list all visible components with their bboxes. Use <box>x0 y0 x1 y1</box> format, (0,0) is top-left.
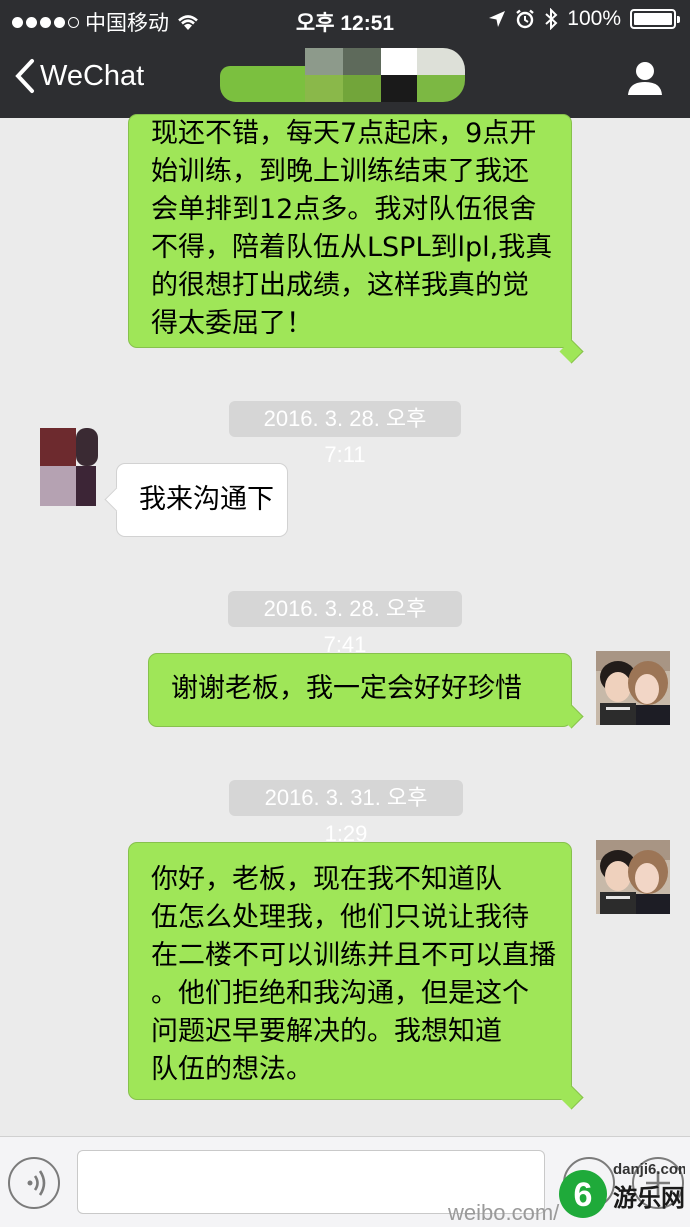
chat-title-redacted <box>220 48 465 102</box>
site-logo-watermark: 6 danji6.com 游乐网 <box>555 1160 690 1224</box>
message-line: 谢谢老板，我一定会好好珍惜 <box>171 673 522 704</box>
voice-icon <box>27 1170 46 1196</box>
message-line: 问题迟早要解决的。我想知道 <box>151 1016 502 1047</box>
nav-bar: WeChat <box>0 40 690 118</box>
status-bar: 中国移动 오후 12:51 100% <box>0 0 690 40</box>
message-line: 我来沟通下 <box>139 484 274 515</box>
message-line: 会单排到12点多。我对队伍很舍 <box>151 194 537 225</box>
location-icon <box>489 11 506 27</box>
alarm-icon <box>516 9 535 29</box>
message-list: 现还不错，每天7点起床，9点开 始训练，到晚上训练结束了我还 会单排到12点多。… <box>0 114 690 1136</box>
message-line: 始训练，到晚上训练结束了我还 <box>151 156 529 187</box>
battery-percent: 100% <box>567 7 621 30</box>
my-avatar[interactable] <box>596 651 670 725</box>
message-line: 在二楼不可以训练并且不可以直播 <box>151 940 556 971</box>
message-line: 伍怎么处理我，他们只说让我待 <box>151 902 529 933</box>
back-chevron-icon <box>15 59 34 93</box>
message-bubble-incoming[interactable]: 我来沟通下 <box>116 463 288 537</box>
status-right: 100% <box>488 7 680 31</box>
timestamp: 2016. 3. 31. 오후 1:29 <box>229 780 463 846</box>
profile-icon <box>628 62 662 95</box>
site-url: danji6.com <box>613 1161 685 1178</box>
contact-avatar[interactable] <box>22 428 100 506</box>
site-name: 游乐网 <box>613 1184 685 1212</box>
message-line: 你好，老板，现在我不知道队 <box>151 864 502 895</box>
message-line: 队伍的想法。 <box>151 1054 313 1085</box>
weibo-watermark: weibo.com/ <box>448 1200 560 1225</box>
voice-button[interactable] <box>8 1157 60 1209</box>
message-line: 的很想打出成绩，这样我真的觉 <box>151 270 529 301</box>
battery-icon <box>630 9 680 29</box>
message-bubble-outgoing[interactable]: 现还不错，每天7点起床，9点开 始训练，到晚上训练结束了我还 会单排到12点多。… <box>128 114 572 348</box>
message-bubble-outgoing[interactable]: 谢谢老板，我一定会好好珍惜 <box>148 653 572 727</box>
back-button[interactable]: WeChat <box>14 58 144 94</box>
message-bubble-outgoing[interactable]: 你好，老板，现在我不知道队 伍怎么处理我，他们只说让我待 在二楼不可以训练并且不… <box>128 842 572 1100</box>
my-avatar[interactable] <box>596 840 670 914</box>
back-label: WeChat <box>40 59 145 92</box>
message-line: 得太委屈了！ <box>151 308 313 339</box>
app-header: 中国移动 오후 12:51 100% WeChat <box>0 0 690 118</box>
message-line: 。他们拒绝和我沟通，但是这个 <box>151 978 529 1009</box>
timestamp: 2016. 3. 28. 오후 7:41 <box>228 591 462 657</box>
site-number: 6 <box>574 1176 593 1214</box>
profile-button[interactable] <box>626 60 664 100</box>
bluetooth-icon <box>545 8 558 30</box>
message-line: 现还不错，每天7点起床，9点开 <box>151 118 537 149</box>
timestamp: 2016. 3. 28. 오후 7:11 <box>229 401 461 467</box>
message-line: 不得，陪着队伍从LSPL到lpl,我真 <box>151 232 553 263</box>
